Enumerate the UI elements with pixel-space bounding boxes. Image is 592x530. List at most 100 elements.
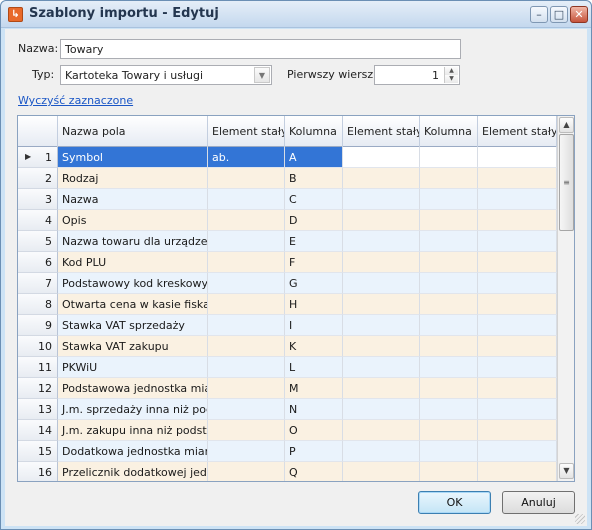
table-row[interactable]: 14 J.m. zakupu inna niż podst. O	[18, 420, 557, 441]
grid-cell[interactable]	[478, 231, 557, 252]
grid-cell[interactable]	[343, 378, 420, 399]
grid-cell[interactable]	[343, 420, 420, 441]
name-field[interactable]: Towary	[60, 39, 461, 59]
grid-cell[interactable]	[208, 189, 285, 210]
table-row[interactable]: 13 J.m. sprzedaży inna niż podst. N	[18, 399, 557, 420]
grid-cell[interactable]	[343, 273, 420, 294]
grid-cell[interactable]	[478, 273, 557, 294]
row-number[interactable]: 10	[18, 336, 58, 357]
scroll-down-icon[interactable]: ▼	[559, 463, 574, 479]
grid-cell[interactable]: J.m. sprzedaży inna niż podst.	[58, 399, 208, 420]
grid-cell[interactable]: O	[285, 420, 343, 441]
table-row[interactable]: 7 Podstawowy kod kreskowy G	[18, 273, 557, 294]
table-row[interactable]: 9 Stawka VAT sprzedaży I	[18, 315, 557, 336]
grid-cell[interactable]: K	[285, 336, 343, 357]
grid-cell[interactable]: B	[285, 168, 343, 189]
grid-corner-header[interactable]	[18, 116, 58, 147]
grid-cell[interactable]: Symbol	[58, 147, 208, 168]
scroll-up-icon[interactable]: ▲	[559, 117, 574, 133]
grid-cell[interactable]	[420, 231, 478, 252]
grid-cell[interactable]	[343, 147, 420, 168]
grid-cell[interactable]	[478, 210, 557, 231]
grid-cell[interactable]: Nazwa towaru dla urządzeń	[58, 231, 208, 252]
chevron-down-icon[interactable]: ▼	[254, 67, 270, 83]
table-row[interactable]: 16 Przelicznik dodatkowej jedn. Q	[18, 462, 557, 481]
row-number[interactable]: 13	[18, 399, 58, 420]
grid-cell[interactable]: Kod PLU	[58, 252, 208, 273]
table-row[interactable]: 10 Stawka VAT zakupu K	[18, 336, 557, 357]
grid-cell[interactable]	[420, 357, 478, 378]
grid-cell[interactable]	[420, 315, 478, 336]
grid-cell[interactable]	[420, 420, 478, 441]
clear-selection-link[interactable]: Wyczyść zaznaczone	[18, 94, 133, 107]
grid-cell[interactable]	[420, 273, 478, 294]
table-row[interactable]: 12 Podstawowa jednostka miary M	[18, 378, 557, 399]
grid-cell[interactable]: M	[285, 378, 343, 399]
column-header[interactable]: Element stały	[343, 116, 420, 147]
grid-cell[interactable]: E	[285, 231, 343, 252]
row-number[interactable]: 2	[18, 168, 58, 189]
grid-cell[interactable]	[478, 294, 557, 315]
table-row[interactable]: 2 Rodzaj B	[18, 168, 557, 189]
title-bar[interactable]: ↳ Szablony importu - Edytuj – □ ✕	[1, 1, 591, 28]
grid-cell[interactable]	[420, 189, 478, 210]
grid-cell[interactable]: Q	[285, 462, 343, 481]
grid-cell[interactable]: PKWiU	[58, 357, 208, 378]
grid-cell[interactable]	[208, 441, 285, 462]
maximize-button[interactable]: □	[550, 6, 568, 23]
grid-cell[interactable]	[208, 294, 285, 315]
row-number[interactable]: 16	[18, 462, 58, 481]
grid-cell[interactable]	[343, 168, 420, 189]
table-row[interactable]: 6 Kod PLU F	[18, 252, 557, 273]
grid-cell[interactable]: F	[285, 252, 343, 273]
grid-cell[interactable]	[420, 294, 478, 315]
column-header[interactable]: Kolumna	[420, 116, 478, 147]
grid-cell[interactable]	[478, 315, 557, 336]
grid-cell[interactable]	[343, 462, 420, 481]
row-number[interactable]: 5	[18, 231, 58, 252]
resize-grip-icon[interactable]	[575, 514, 585, 524]
grid-cell[interactable]	[478, 336, 557, 357]
row-number[interactable]: 11	[18, 357, 58, 378]
grid-cell[interactable]	[478, 441, 557, 462]
grid-cell[interactable]: A	[285, 147, 343, 168]
grid-cell[interactable]: I	[285, 315, 343, 336]
grid-cell[interactable]	[420, 378, 478, 399]
grid-cell[interactable]	[343, 252, 420, 273]
grid-cell[interactable]	[478, 147, 557, 168]
grid-cell[interactable]	[208, 273, 285, 294]
grid-cell[interactable]	[343, 399, 420, 420]
grid-cell[interactable]: J.m. zakupu inna niż podst.	[58, 420, 208, 441]
table-row[interactable]: 4 Opis D	[18, 210, 557, 231]
grid-cell[interactable]: G	[285, 273, 343, 294]
grid-cell[interactable]: ab.	[208, 147, 285, 168]
close-button[interactable]: ✕	[570, 6, 588, 23]
grid-cell[interactable]: C	[285, 189, 343, 210]
grid-cell[interactable]	[208, 420, 285, 441]
grid-cell[interactable]	[343, 315, 420, 336]
grid-cell[interactable]	[478, 378, 557, 399]
row-number[interactable]: 7	[18, 273, 58, 294]
grid-cell[interactable]	[478, 462, 557, 481]
table-row[interactable]: 8 Otwarta cena w kasie fiskalnej H	[18, 294, 557, 315]
grid-cell[interactable]	[420, 399, 478, 420]
row-number[interactable]: 3	[18, 189, 58, 210]
grid-cell[interactable]	[420, 336, 478, 357]
grid-cell[interactable]	[343, 210, 420, 231]
table-row[interactable]: 1 ▶ Symbol ab. A	[18, 147, 557, 168]
row-number[interactable]: 1 ▶	[18, 147, 58, 168]
grid-cell[interactable]: Nazwa	[58, 189, 208, 210]
grid-cell[interactable]	[478, 252, 557, 273]
grid-cell[interactable]	[478, 168, 557, 189]
grid-cell[interactable]	[343, 336, 420, 357]
column-header[interactable]: Element stały	[208, 116, 285, 147]
grid-cell[interactable]	[343, 441, 420, 462]
grid-cell[interactable]: D	[285, 210, 343, 231]
grid-cell[interactable]	[420, 147, 478, 168]
row-number[interactable]: 12	[18, 378, 58, 399]
grid-cell[interactable]: Opis	[58, 210, 208, 231]
column-header[interactable]: Nazwa pola	[58, 116, 208, 147]
grid-cell[interactable]	[208, 336, 285, 357]
table-row[interactable]: 5 Nazwa towaru dla urządzeń E	[18, 231, 557, 252]
grid-cell[interactable]	[343, 231, 420, 252]
